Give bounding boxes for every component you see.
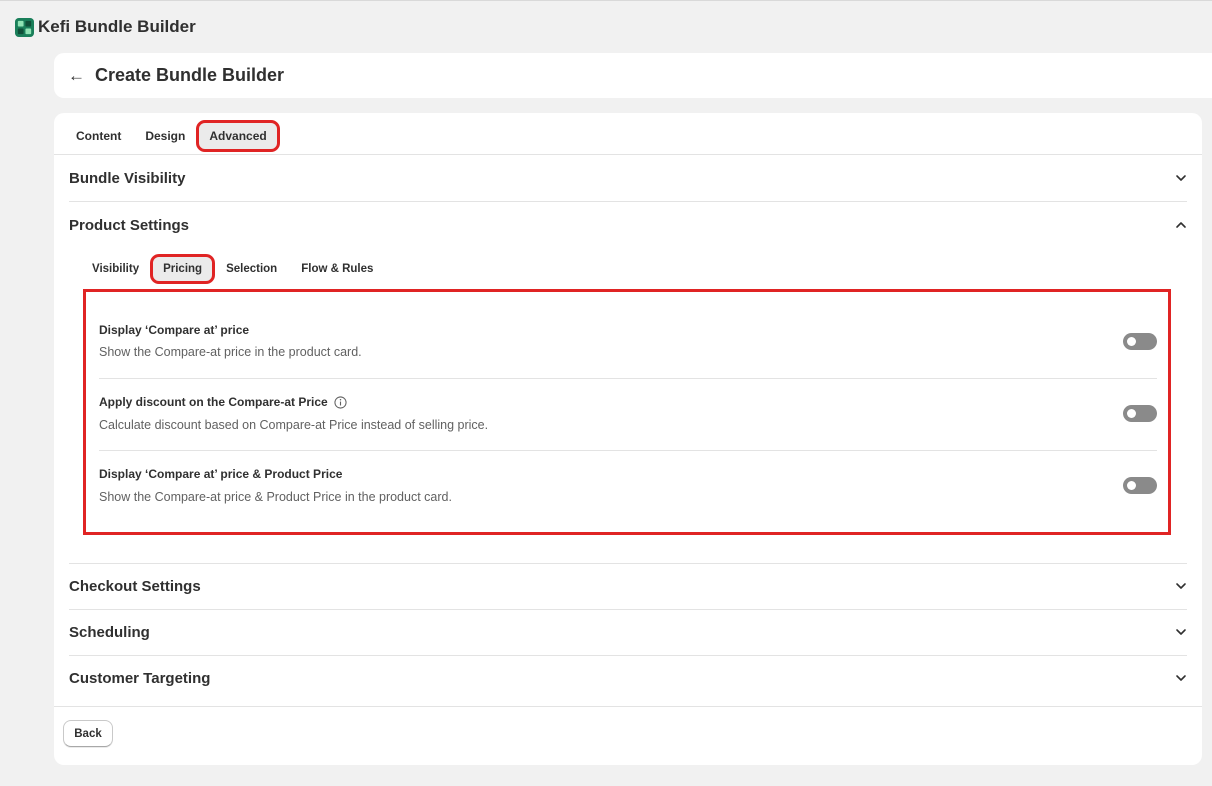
section-title: Bundle Visibility (69, 169, 186, 187)
back-button[interactable]: Back (63, 720, 113, 747)
editor-card: Content Design Advanced Bundle Visibilit… (54, 113, 1202, 765)
arrow-left-icon[interactable]: ← (68, 67, 85, 84)
toggle-switch[interactable] (1123, 477, 1157, 494)
setting-title-text: Display ‘Compare at’ price (99, 323, 250, 337)
section-title: Customer Targeting (69, 669, 211, 687)
setting-title-text: Apply discount on the Compare-at Price (99, 395, 328, 409)
info-icon[interactable] (334, 395, 347, 409)
chevron-down-icon (1176, 175, 1186, 181)
section-product-settings[interactable]: Product Settings (69, 202, 1187, 248)
setting-title: Display ‘Compare at’ price (99, 323, 249, 337)
subtab-pricing[interactable]: Pricing (150, 254, 216, 284)
product-settings-tabs: Visibility Pricing Selection Flow & Rule… (82, 254, 383, 284)
setting-apply-discount-compare-at: Apply discount on the Compare-at Price C… (99, 378, 1157, 450)
subtab-flow-rules[interactable]: Flow & Rules (291, 257, 383, 281)
tab-content[interactable]: Content (66, 123, 131, 149)
setting-description: Show the Compare-at price & Product Pric… (99, 490, 452, 504)
chevron-down-icon (1176, 583, 1186, 589)
subtab-selection[interactable]: Selection (216, 257, 287, 281)
pricing-settings-panel: Display ‘Compare at’ price Show the Comp… (83, 289, 1171, 535)
toggle-switch[interactable] (1123, 333, 1157, 350)
page-title: Create Bundle Builder (95, 65, 285, 85)
section-customer-targeting[interactable]: Customer Targeting (69, 655, 1187, 701)
setting-description: Calculate discount based on Compare-at P… (99, 418, 489, 432)
setting-title-text: Display ‘Compare at’ price & Product Pri… (99, 467, 343, 481)
subtab-visibility[interactable]: Visibility (82, 257, 149, 281)
setting-display-compare-at-and-product-price: Display ‘Compare at’ price & Product Pri… (99, 450, 1157, 522)
page-header: ← Create Bundle Builder (54, 53, 1212, 98)
main-tabs: Content Design Advanced (66, 120, 280, 152)
toggle-knob (1127, 409, 1136, 418)
chevron-down-icon (1176, 629, 1186, 635)
section-title: Checkout Settings (69, 577, 201, 595)
section-scheduling[interactable]: Scheduling (69, 609, 1187, 655)
footer-divider (54, 706, 1202, 707)
section-bundle-visibility[interactable]: Bundle Visibility (69, 155, 1187, 201)
tab-design[interactable]: Design (135, 123, 195, 149)
toggle-switch[interactable] (1123, 405, 1157, 422)
setting-title: Display ‘Compare at’ price & Product Pri… (99, 467, 342, 481)
chevron-down-icon (1176, 675, 1186, 681)
setting-title: Apply discount on the Compare-at Price (99, 395, 347, 409)
section-checkout-settings[interactable]: Checkout Settings (69, 563, 1187, 609)
toggle-knob (1127, 481, 1136, 490)
section-title: Scheduling (69, 623, 150, 641)
toggle-knob (1127, 337, 1136, 346)
section-title: Product Settings (69, 216, 190, 234)
setting-description: Show the Compare-at price in the product… (99, 345, 362, 359)
app-topbar: Kefi Bundle Builder (0, 0, 1212, 53)
app-title: Kefi Bundle Builder (38, 17, 196, 36)
kefi-logo-icon (15, 17, 34, 37)
tab-advanced[interactable]: Advanced (196, 120, 280, 152)
chevron-up-icon (1176, 222, 1186, 228)
setting-display-compare-at: Display ‘Compare at’ price Show the Comp… (99, 306, 1157, 378)
